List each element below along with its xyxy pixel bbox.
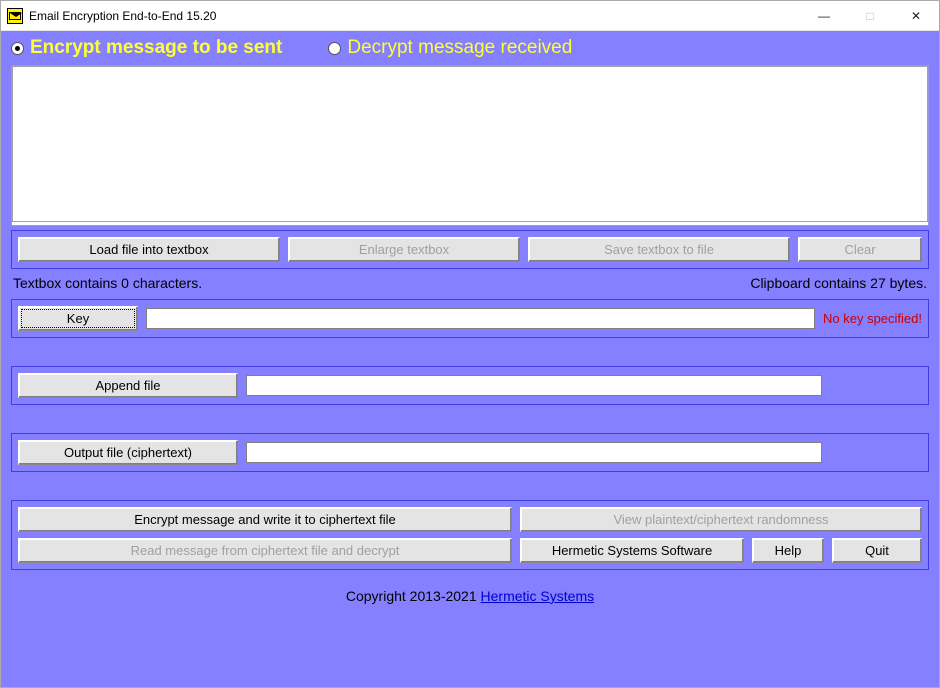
hermetic-link[interactable]: Hermetic Systems	[481, 588, 595, 604]
key-panel: Key No key specified!	[11, 299, 929, 338]
append-file-button[interactable]: Append file	[18, 373, 238, 398]
client-area: Encrypt message to be sent Decrypt messa…	[1, 31, 939, 687]
copyright-text: Copyright 2013-2021	[346, 588, 481, 604]
radio-encrypt[interactable]: Encrypt message to be sent	[11, 37, 282, 59]
radio-icon	[328, 42, 341, 55]
read-decrypt-button: Read message from ciphertext file and de…	[18, 538, 512, 563]
radio-encrypt-label: Encrypt message to be sent	[30, 37, 282, 59]
output-file-button[interactable]: Output file (ciphertext)	[18, 440, 238, 465]
save-textbox-button: Save textbox to file	[528, 237, 790, 262]
clipboard-status: Clipboard contains 27 bytes.	[750, 275, 927, 291]
radio-decrypt-label: Decrypt message received	[347, 37, 572, 59]
status-row: Textbox contains 0 characters. Clipboard…	[13, 275, 927, 291]
mode-selector: Encrypt message to be sent Decrypt messa…	[3, 35, 937, 61]
help-button[interactable]: Help	[752, 538, 824, 563]
key-button[interactable]: Key	[18, 306, 138, 331]
textbox-chars-status: Textbox contains 0 characters.	[13, 275, 202, 291]
clear-button: Clear	[798, 237, 922, 262]
close-button[interactable]: ✕	[893, 1, 939, 30]
window-controls: — □ ✕	[801, 1, 939, 30]
app-window: Email Encryption End-to-End 15.20 — □ ✕ …	[0, 0, 940, 688]
load-file-button[interactable]: Load file into textbox	[18, 237, 280, 262]
message-textbox-frame	[11, 65, 929, 226]
view-randomness-button: View plaintext/ciphertext randomness	[520, 507, 922, 532]
append-file-panel: Append file	[11, 366, 929, 405]
window-title: Email Encryption End-to-End 15.20	[29, 9, 801, 23]
radio-icon	[11, 42, 24, 55]
textbox-buttons-panel: Load file into textbox Enlarge textbox S…	[11, 230, 929, 269]
minimize-button[interactable]: —	[801, 1, 847, 30]
footer: Copyright 2013-2021 Hermetic Systems	[3, 588, 937, 604]
message-textbox[interactable]	[12, 66, 928, 222]
hermetic-software-button[interactable]: Hermetic Systems Software	[520, 538, 744, 563]
envelope-icon	[9, 12, 21, 20]
encrypt-button[interactable]: Encrypt message and write it to cipherte…	[18, 507, 512, 532]
enlarge-textbox-button: Enlarge textbox	[288, 237, 520, 262]
key-input[interactable]	[146, 308, 815, 329]
app-icon	[7, 8, 23, 24]
actions-panel: Encrypt message and write it to cipherte…	[11, 500, 929, 570]
key-warning: No key specified!	[823, 311, 922, 326]
append-file-input[interactable]	[246, 375, 822, 396]
output-file-input[interactable]	[246, 442, 822, 463]
maximize-button: □	[847, 1, 893, 30]
output-file-panel: Output file (ciphertext)	[11, 433, 929, 472]
titlebar: Email Encryption End-to-End 15.20 — □ ✕	[1, 1, 939, 31]
quit-button[interactable]: Quit	[832, 538, 922, 563]
radio-decrypt[interactable]: Decrypt message received	[328, 37, 572, 59]
